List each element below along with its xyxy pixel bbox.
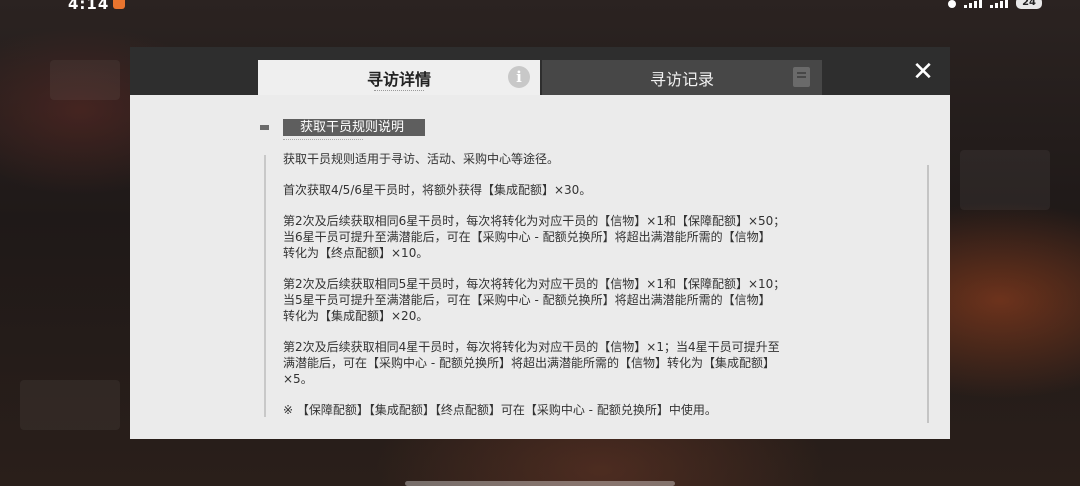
rule-paragraph: 第2次及后续获取相同6星干员时，每次将转化为对应干员的【信物】×1和【保障配额】… <box>283 214 786 260</box>
close-button[interactable]: ✕ <box>910 59 936 85</box>
status-time: 4:14 <box>68 0 110 13</box>
battery-indicator: 24 <box>1016 0 1042 9</box>
dialog-body: 获取干员规则说明 获取干员规则适用于寻访、活动、采购中心等途径。 首次获取4/5… <box>130 95 950 439</box>
title-decoration <box>283 138 363 140</box>
rule-paragraph: 第2次及后续获取相同5星干员时，每次将转化为对应干员的【信物】×1和【保障配额】… <box>283 277 786 323</box>
content-rule <box>264 155 266 417</box>
signal-icon-2 <box>990 0 1009 8</box>
more-notifications-icon: ··· <box>131 0 144 7</box>
rule-paragraph: 第2次及后续获取相同4星干员时，每次将转化为对应干员的【信物】×1；当4星干员可… <box>283 340 780 386</box>
signal-icon <box>964 0 983 8</box>
rule-paragraph: ※ 【保障配额】【集成配额】【终点配额】可在【采购中心 - 配额兑换所】中使用。 <box>283 403 717 417</box>
status-indicators: 24 <box>948 0 1042 9</box>
section-title: 获取干员规则说明 <box>283 119 425 136</box>
info-icon[interactable]: i <box>508 66 530 88</box>
dialog-header: 寻访详情 i 寻访记录 ✕ <box>130 47 950 95</box>
tab-underline <box>374 89 424 91</box>
mute-icon <box>948 0 957 8</box>
record-document-icon <box>793 67 810 87</box>
content-scrollbar[interactable] <box>927 165 929 423</box>
rule-paragraph: 获取干员规则适用于寻访、活动、采购中心等途径。 <box>283 152 560 166</box>
background-blur-block <box>50 60 120 100</box>
background-blur-block <box>20 380 120 430</box>
rules-content[interactable]: 获取干员规则适用于寻访、活动、采购中心等途径。 首次获取4/5/6星干员时，将额… <box>283 151 823 433</box>
tab-label: 寻访记录 <box>649 69 714 89</box>
tab-headhunting-details[interactable]: 寻访详情 i <box>258 60 540 95</box>
rule-paragraph: 首次获取4/5/6星干员时，将额外获得【集成配额】×30。 <box>283 183 592 197</box>
headhunting-dialog: 寻访详情 i 寻访记录 ✕ 获取干员规则说明 获取干员规则适用于寻访、活动、采购… <box>130 47 950 439</box>
background-blur-block <box>960 150 1050 210</box>
tab-label: 寻访详情 <box>366 69 431 89</box>
app-notification-icon <box>113 0 125 9</box>
tab-headhunting-records[interactable]: 寻访记录 <box>542 60 822 95</box>
section-marker-icon <box>260 125 269 130</box>
home-indicator[interactable] <box>405 481 675 486</box>
status-bar: 4:14 ··· 24 <box>0 0 1080 13</box>
